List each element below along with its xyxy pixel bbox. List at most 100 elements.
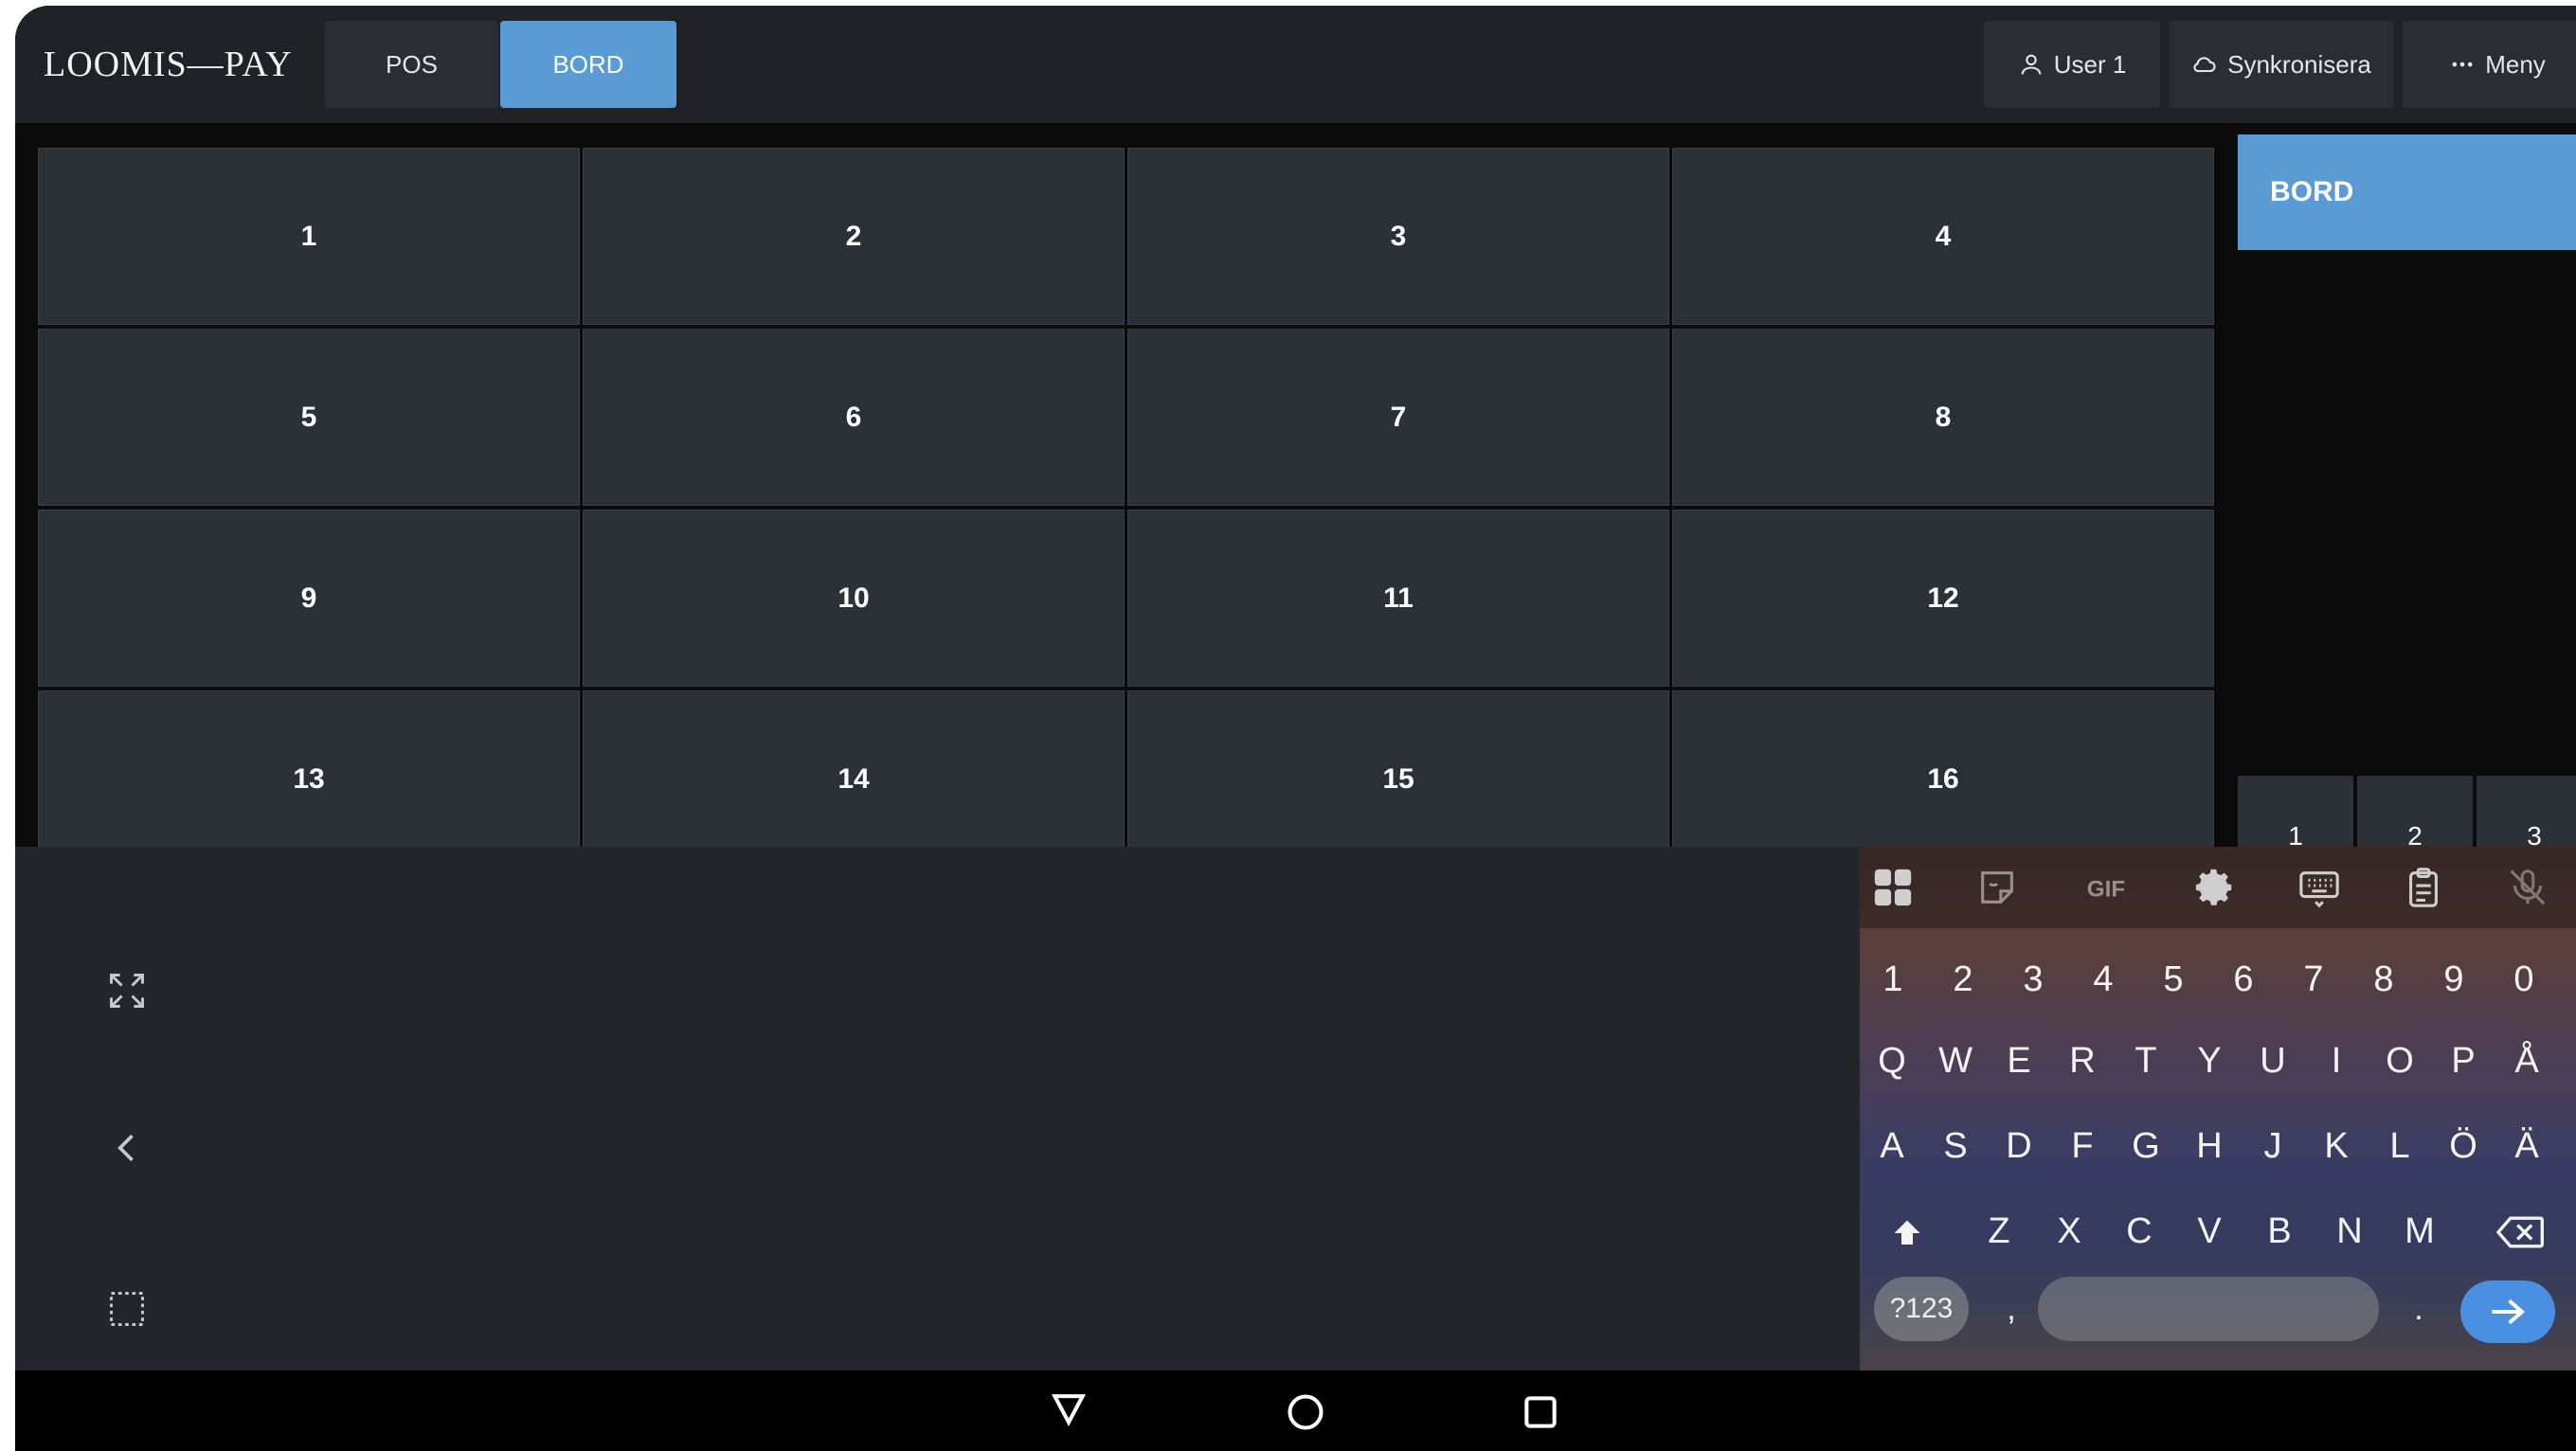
top-bar: LOOMIS—PAY POS BORD User 1 Synkronisera … — [15, 6, 2576, 123]
key[interactable]: 1 — [1861, 945, 1925, 1013]
table-tile[interactable]: 9 — [38, 510, 580, 687]
enter-key[interactable] — [2460, 1281, 2555, 1343]
user-icon — [2021, 54, 2042, 75]
key[interactable]: A — [1860, 1112, 1924, 1180]
table-tile[interactable]: 7 — [1127, 329, 1669, 506]
key[interactable]: 5 — [2141, 945, 2206, 1013]
space-key[interactable] — [2038, 1277, 2379, 1341]
user-label: User 1 — [2053, 49, 2127, 79]
key[interactable]: N — [2317, 1197, 2382, 1265]
table-tile[interactable]: 15 — [1127, 690, 1669, 852]
sticker-icon[interactable] — [1975, 866, 2019, 909]
key[interactable]: Ä — [2495, 1112, 2559, 1180]
table-tile[interactable]: 1 — [38, 148, 580, 325]
table-tile[interactable]: 6 — [583, 329, 1125, 506]
key[interactable]: D — [1987, 1112, 2051, 1180]
bord-panel-header[interactable]: BORD — [2238, 134, 2576, 250]
key[interactable]: Y — [2177, 1027, 2242, 1095]
key[interactable]: U — [2241, 1027, 2305, 1095]
table-tile[interactable]: 14 — [583, 690, 1125, 852]
tab-bord[interactable]: BORD — [500, 21, 676, 108]
tab-pos[interactable]: POS — [325, 21, 498, 108]
key[interactable]: R — [2050, 1027, 2115, 1095]
key[interactable]: V — [2177, 1197, 2242, 1265]
period-key[interactable]: . — [2400, 1277, 2438, 1341]
keyboard-row-3: Z X C V B N M — [1860, 1197, 2576, 1265]
selection-icon[interactable] — [106, 1288, 148, 1330]
more-icon — [2452, 62, 2473, 67]
table-grid: 1 2 3 4 5 6 7 8 9 10 11 12 13 14 15 16 — [38, 148, 2233, 852]
tablet-screen: LOOMIS—PAY POS BORD User 1 Synkronisera … — [15, 6, 2576, 1451]
table-tile[interactable]: 4 — [1672, 148, 2214, 325]
cloud-icon — [2193, 57, 2216, 73]
key[interactable]: C — [2107, 1197, 2171, 1265]
symbols-key[interactable]: ?123 — [1874, 1277, 1969, 1341]
key[interactable]: 7 — [2281, 945, 2346, 1013]
keyboard-toolbar: GIF — [1860, 847, 2576, 928]
sync-label: Synkronisera — [2227, 49, 2371, 79]
recents-icon[interactable] — [1520, 1391, 1561, 1433]
user-button[interactable]: User 1 — [1984, 21, 2160, 108]
keyboard-row-2: A S D F G H J K L Ö Ä — [1860, 1112, 2576, 1180]
home-icon[interactable] — [1285, 1391, 1326, 1433]
comma-key[interactable]: , — [1992, 1277, 2030, 1341]
keyboard-number-row: 1 2 3 4 5 6 7 8 9 0 — [1860, 945, 2576, 1013]
key[interactable]: K — [2304, 1112, 2369, 1180]
table-tile[interactable]: 2 — [583, 148, 1125, 325]
table-tile[interactable]: 16 — [1672, 690, 2214, 852]
key[interactable]: 0 — [2492, 945, 2556, 1013]
menu-label: Meny — [2485, 49, 2546, 79]
back-icon[interactable] — [1048, 1388, 1090, 1429]
shift-icon[interactable] — [1890, 1216, 1924, 1250]
system-nav-bar — [15, 1370, 2576, 1451]
key[interactable]: Q — [1860, 1027, 1924, 1095]
key[interactable]: T — [2114, 1027, 2178, 1095]
key[interactable]: Å — [2495, 1027, 2559, 1095]
key[interactable]: H — [2177, 1112, 2242, 1180]
apps-icon[interactable] — [1871, 866, 1915, 909]
chevron-left-icon[interactable] — [106, 1127, 148, 1169]
keyboard-row-1: Q W E R T Y U I O P Å — [1860, 1027, 2576, 1095]
key[interactable]: G — [2114, 1112, 2178, 1180]
menu-button[interactable]: Meny — [2403, 21, 2576, 108]
keyboard-area-backdrop — [15, 847, 1860, 1370]
svg-text:GIF: GIF — [2087, 876, 2125, 902]
key[interactable]: 4 — [2071, 945, 2135, 1013]
keyboard-icon[interactable] — [2297, 866, 2341, 909]
key[interactable]: 6 — [2211, 945, 2276, 1013]
key[interactable]: J — [2241, 1112, 2305, 1180]
table-tile[interactable]: 13 — [38, 690, 580, 852]
key[interactable]: 9 — [2422, 945, 2486, 1013]
sync-button[interactable]: Synkronisera — [2169, 21, 2394, 108]
backspace-icon[interactable] — [2496, 1214, 2546, 1250]
arrow-right-icon — [2492, 1299, 2526, 1325]
settings-icon[interactable] — [2193, 866, 2237, 909]
expand-icon[interactable] — [106, 970, 148, 1012]
key[interactable]: S — [1923, 1112, 1988, 1180]
key[interactable]: X — [2037, 1197, 2101, 1265]
key[interactable]: E — [1987, 1027, 2051, 1095]
key[interactable]: 8 — [2351, 945, 2416, 1013]
key[interactable]: O — [2368, 1027, 2432, 1095]
clipboard-icon[interactable] — [2402, 866, 2445, 909]
key[interactable]: L — [2368, 1112, 2432, 1180]
key[interactable]: I — [2304, 1027, 2369, 1095]
onscreen-keyboard: GIF 1 2 3 4 5 6 7 8 9 0 Q W E R T Y U I … — [1860, 847, 2576, 1370]
table-tile[interactable]: 5 — [38, 329, 580, 506]
mic-off-icon[interactable] — [2506, 866, 2549, 909]
key[interactable]: W — [1923, 1027, 1988, 1095]
key[interactable]: B — [2247, 1197, 2312, 1265]
key[interactable]: 2 — [1931, 945, 1995, 1013]
key[interactable]: 3 — [2001, 945, 2065, 1013]
key[interactable]: Ö — [2431, 1112, 2495, 1180]
table-tile[interactable]: 10 — [583, 510, 1125, 687]
key[interactable]: M — [2387, 1197, 2452, 1265]
table-tile[interactable]: 8 — [1672, 329, 2214, 506]
key[interactable]: Z — [1967, 1197, 2031, 1265]
table-tile[interactable]: 11 — [1127, 510, 1669, 687]
key[interactable]: P — [2431, 1027, 2495, 1095]
key[interactable]: F — [2050, 1112, 2115, 1180]
table-tile[interactable]: 12 — [1672, 510, 2214, 687]
table-tile[interactable]: 3 — [1127, 148, 1669, 325]
gif-icon[interactable]: GIF — [2080, 866, 2133, 909]
